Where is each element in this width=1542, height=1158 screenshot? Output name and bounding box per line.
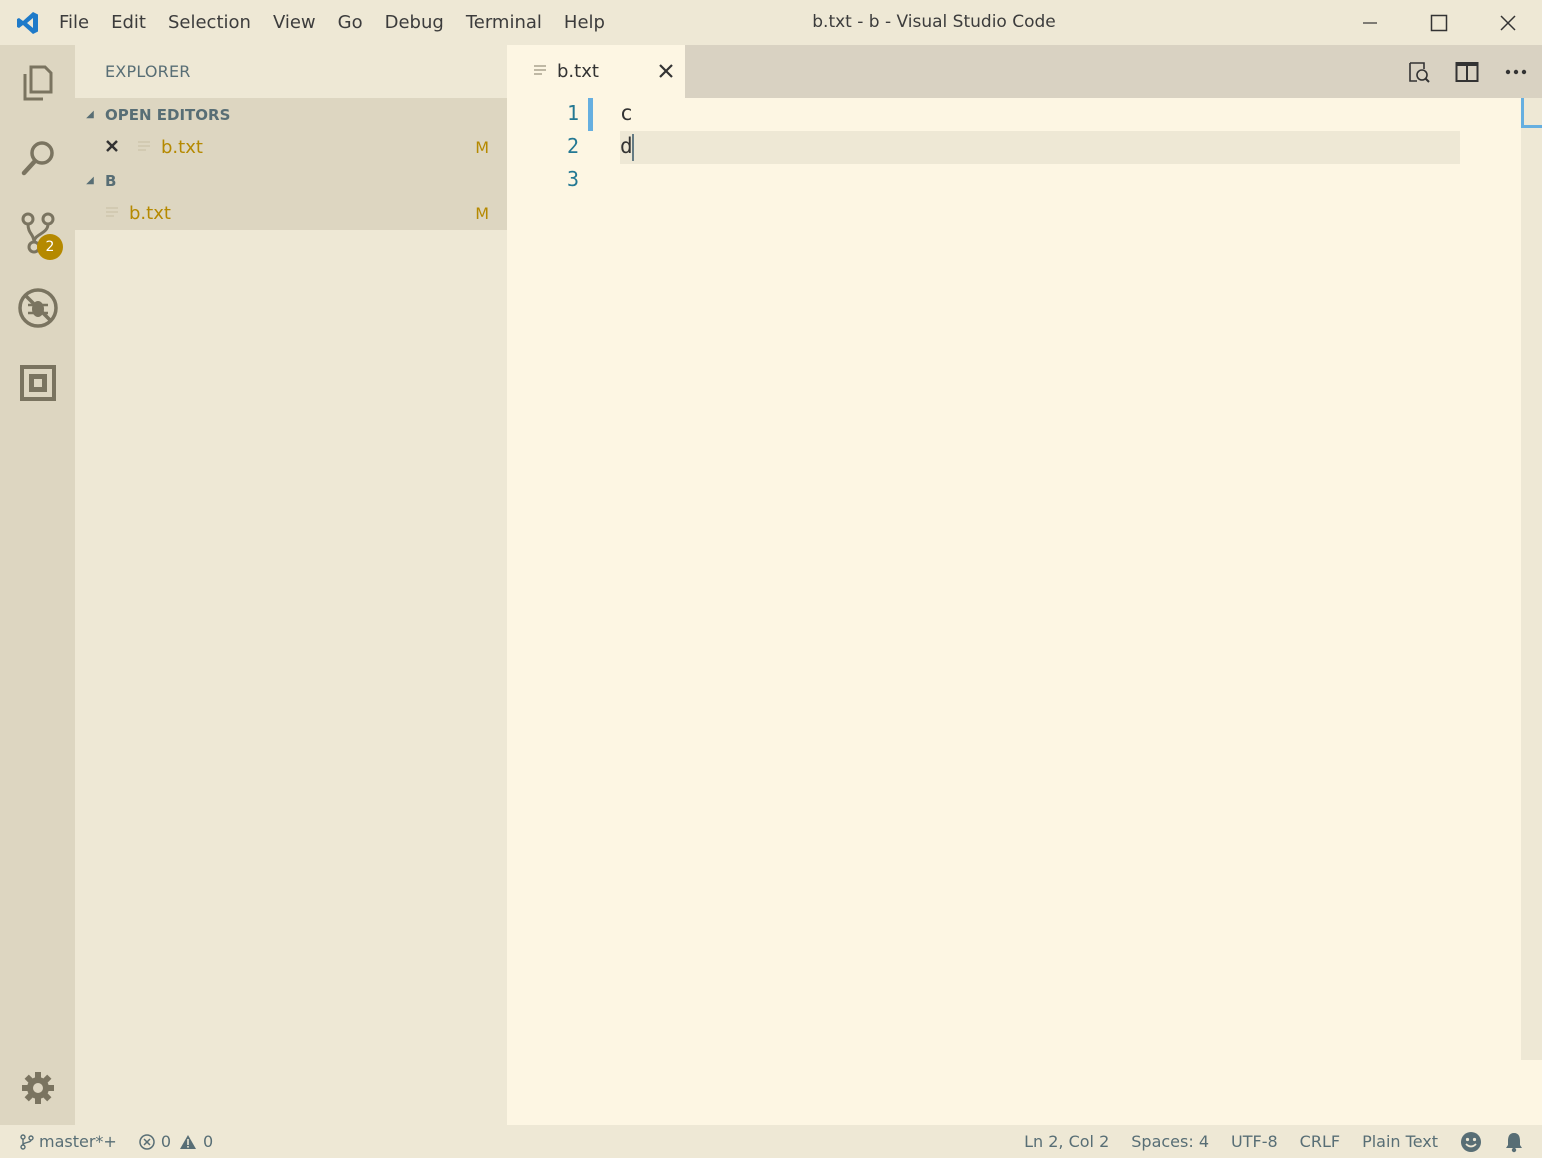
current-line-highlight: [620, 131, 1460, 164]
open-changes-icon: [1409, 62, 1430, 83]
code-line: d: [620, 134, 633, 158]
sidebar-title: EXPLORER: [105, 62, 191, 81]
window-controls: [1335, 0, 1542, 45]
cursor-position[interactable]: Ln 2, Col 2: [1013, 1125, 1120, 1158]
close-tab-icon[interactable]: [657, 62, 675, 80]
split-editor-icon: [1455, 62, 1479, 82]
extensions-icon: [19, 364, 56, 401]
close-editor-icon[interactable]: [105, 137, 125, 158]
menu-selection[interactable]: Selection: [157, 0, 262, 45]
title-bar: File Edit Selection View Go Debug Termin…: [0, 0, 1542, 45]
search-icon: [21, 140, 54, 175]
activity-search[interactable]: [0, 120, 75, 195]
activity-source-control[interactable]: [0, 195, 75, 270]
notifications-button[interactable]: [1493, 1125, 1542, 1158]
modified-status: M: [475, 138, 489, 157]
scrollbar-slider[interactable]: [1521, 98, 1542, 128]
modified-status: M: [475, 204, 489, 223]
tree-file-name: b.txt: [129, 203, 171, 224]
minimize-button[interactable]: [1335, 0, 1404, 45]
close-window-button[interactable]: [1473, 0, 1542, 45]
problems-status[interactable]: 0 0: [128, 1125, 224, 1158]
end-of-line[interactable]: CRLF: [1289, 1125, 1351, 1158]
encoding[interactable]: UTF-8: [1220, 1125, 1289, 1158]
menu-view[interactable]: View: [262, 0, 327, 45]
activity-debug[interactable]: [0, 270, 75, 345]
explorer-sidebar: EXPLORER ◢ OPEN EDITORS b.txt M ◢ B b.tx…: [75, 45, 507, 1125]
modified-line-gutter-mark: [588, 98, 593, 131]
minimize-icon: [1362, 21, 1377, 24]
status-bar: master*+ 0 0 Ln 2, Col 2 Spaces: 4 UTF-8…: [0, 1125, 1542, 1158]
more-actions-button[interactable]: [1503, 59, 1529, 85]
open-editor-file-name: b.txt: [161, 137, 203, 158]
text-file-icon: [105, 203, 119, 224]
code-line: c: [620, 101, 633, 125]
activity-bar: 2: [0, 45, 75, 1125]
tab-b-txt[interactable]: b.txt: [507, 45, 685, 98]
line-number: 2: [566, 134, 579, 158]
source-control-badge: 2: [37, 234, 63, 260]
editor-tabs-bar: b.txt: [507, 45, 1542, 98]
files-icon: [23, 65, 52, 100]
git-branch-status[interactable]: master*+: [0, 1125, 128, 1158]
vertical-scrollbar[interactable]: [1521, 98, 1542, 1060]
menu-file[interactable]: File: [48, 0, 100, 45]
language-mode[interactable]: Plain Text: [1351, 1125, 1449, 1158]
branch-name: master*+: [39, 1132, 117, 1151]
line-number: 1: [566, 101, 579, 125]
open-editor-item[interactable]: b.txt M: [75, 131, 507, 164]
menu-edit[interactable]: Edit: [100, 0, 157, 45]
close-icon: [1499, 14, 1516, 31]
text-cursor: [632, 134, 634, 161]
ellipsis-icon: [1505, 69, 1527, 75]
menu-debug[interactable]: Debug: [374, 0, 455, 45]
menu-help[interactable]: Help: [553, 0, 616, 45]
menu-bar: File Edit Selection View Go Debug Termin…: [48, 0, 616, 45]
menu-terminal[interactable]: Terminal: [455, 0, 553, 45]
split-editor-button[interactable]: [1454, 59, 1480, 85]
error-icon: [139, 1133, 155, 1150]
gear-icon: [21, 1071, 54, 1104]
open-editors-label: OPEN EDITORS: [105, 105, 231, 124]
warning-count: 0: [203, 1132, 214, 1151]
activity-manage[interactable]: [0, 1050, 75, 1125]
error-count: 0: [160, 1132, 172, 1151]
git-branch-icon: [20, 1133, 34, 1150]
open-changes-button[interactable]: [1406, 59, 1432, 85]
text-file-icon: [137, 137, 151, 158]
maximize-button[interactable]: [1404, 0, 1473, 45]
vscode-logo-icon: [8, 0, 48, 45]
warning-icon: [180, 1134, 197, 1149]
maximize-icon: [1430, 14, 1447, 31]
bell-icon: [1506, 1132, 1522, 1152]
status-bar-right: Ln 2, Col 2 Spaces: 4 UTF-8 CRLF Plain T…: [1013, 1125, 1542, 1158]
chevron-down-icon: ◢: [86, 109, 94, 120]
open-editors-header[interactable]: ◢ OPEN EDITORS: [75, 98, 507, 131]
editor-area[interactable]: 1 c 2 d 3: [507, 98, 1542, 1125]
text-file-icon: [533, 62, 547, 81]
indentation[interactable]: Spaces: 4: [1120, 1125, 1220, 1158]
folder-b-header[interactable]: ◢ B: [75, 164, 507, 197]
folder-b-label: B: [105, 171, 117, 190]
activity-explorer[interactable]: [0, 45, 75, 120]
feedback-button[interactable]: [1449, 1125, 1493, 1158]
file-tree-item[interactable]: b.txt M: [75, 197, 507, 230]
smiley-icon: [1461, 1131, 1481, 1152]
chevron-down-icon: ◢: [86, 175, 94, 186]
activity-extensions[interactable]: [0, 345, 75, 420]
debug-icon: [17, 287, 58, 328]
line-number: 3: [566, 167, 579, 191]
tab-title: b.txt: [557, 61, 599, 82]
menu-go[interactable]: Go: [327, 0, 374, 45]
